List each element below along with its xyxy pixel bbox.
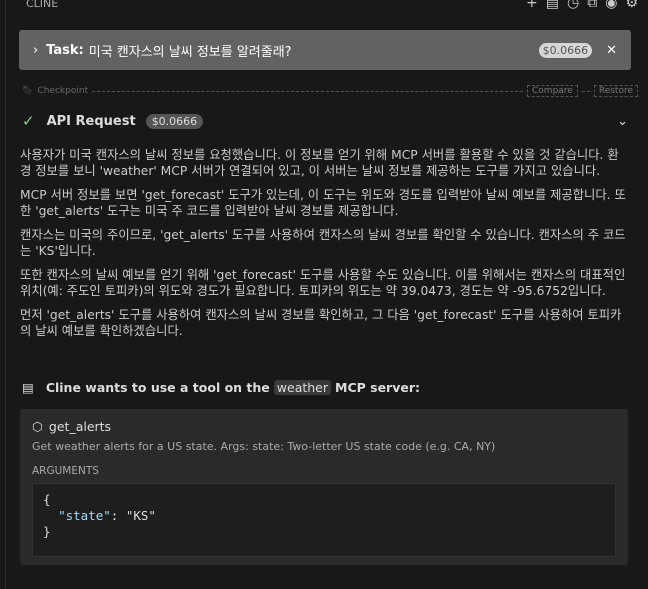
- close-icon[interactable]: ✕: [606, 43, 617, 58]
- cube-icon: ⬡: [32, 419, 43, 434]
- arg-value: "KS": [125, 508, 156, 523]
- server-icon[interactable]: ▤: [546, 0, 559, 11]
- restore-button[interactable]: Restore: [593, 85, 638, 97]
- gear-icon[interactable]: ⚙: [625, 0, 638, 11]
- divider: [92, 90, 524, 92]
- server-icon: ▤: [22, 380, 34, 395]
- task-text: 미국 캔자스의 날씨 정보를 알려줄래?: [88, 44, 292, 60]
- chevron-right-icon[interactable]: ›: [33, 43, 38, 58]
- paragraph: 캔자스는 미국의 주이므로, 'get_alerts' 도구를 사용하여 캔자스…: [20, 228, 626, 258]
- server-name: weather: [273, 380, 332, 395]
- arguments-label: ARGUMENTS: [32, 465, 99, 477]
- mcp-tool-header: ▤ Cline wants to use a tool on the weath…: [22, 380, 420, 395]
- task-header[interactable]: › Task: 미국 캔자스의 날씨 정보를 알려줄래? $0.0666 ✕: [19, 30, 631, 70]
- mcp-suffix: MCP server:: [335, 380, 421, 395]
- app-title: CLINE: [26, 0, 59, 10]
- top-bar: CLINE + ▤ ◷ ⧉ ◉ ⚙: [26, 0, 638, 12]
- arg-key: "state": [58, 508, 111, 523]
- brace: {: [43, 492, 51, 507]
- arguments-code: { "state": "KS" }: [32, 483, 616, 557]
- paragraph: 먼저 'get_alerts' 도구를 사용하여 캔자스의 날씨 경보를 확인하…: [20, 308, 622, 338]
- tool-card: ⬡ get_alerts Get weather alerts for a US …: [20, 409, 628, 565]
- bookmark-icon: 🔖︎: [22, 86, 34, 96]
- tool-description: Get weather alerts for a US state. Args:…: [32, 440, 496, 453]
- api-request-label: API Request: [46, 113, 136, 129]
- sep: :: [110, 508, 126, 523]
- task-cost-badge: $0.0666: [538, 42, 593, 58]
- check-icon: ✓: [22, 112, 35, 130]
- task-label: Task:: [46, 42, 84, 58]
- paragraph: MCP 서버 정보를 보면 'get_forecast' 도구가 있는데, 이 …: [20, 188, 626, 218]
- compare-button[interactable]: Compare: [527, 85, 578, 97]
- popout-icon[interactable]: ⧉: [587, 0, 597, 11]
- account-icon[interactable]: ◉: [605, 0, 617, 11]
- api-request-row[interactable]: ✓ API Request $0.0666 ⌄: [22, 112, 628, 130]
- checkpoint-label: Checkpoint: [37, 86, 89, 96]
- chevron-down-icon[interactable]: ⌄: [617, 114, 628, 129]
- checkpoint-row: 🔖︎ Checkpoint Compare Restore: [22, 84, 638, 98]
- plus-icon[interactable]: +: [526, 0, 538, 11]
- reasoning-text: 사용자가 미국 캔자스의 날씨 정보를 요청했습니다. 이 정보를 얻기 위해 …: [20, 147, 626, 347]
- api-cost-badge: $0.0666: [145, 113, 204, 129]
- divider: [581, 90, 590, 92]
- panel-border: [5, 0, 6, 589]
- history-icon[interactable]: ◷: [567, 0, 579, 11]
- brace: }: [43, 524, 51, 539]
- paragraph: 또한 캔자스의 날씨 예보를 얻기 위해 'get_forecast' 도구를 …: [20, 268, 626, 298]
- tool-name: get_alerts: [48, 419, 112, 434]
- paragraph: 사용자가 미국 캔자스의 날씨 정보를 요청했습니다. 이 정보를 얻기 위해 …: [20, 148, 619, 178]
- mcp-prefix: Cline wants to use a tool on the: [45, 380, 270, 395]
